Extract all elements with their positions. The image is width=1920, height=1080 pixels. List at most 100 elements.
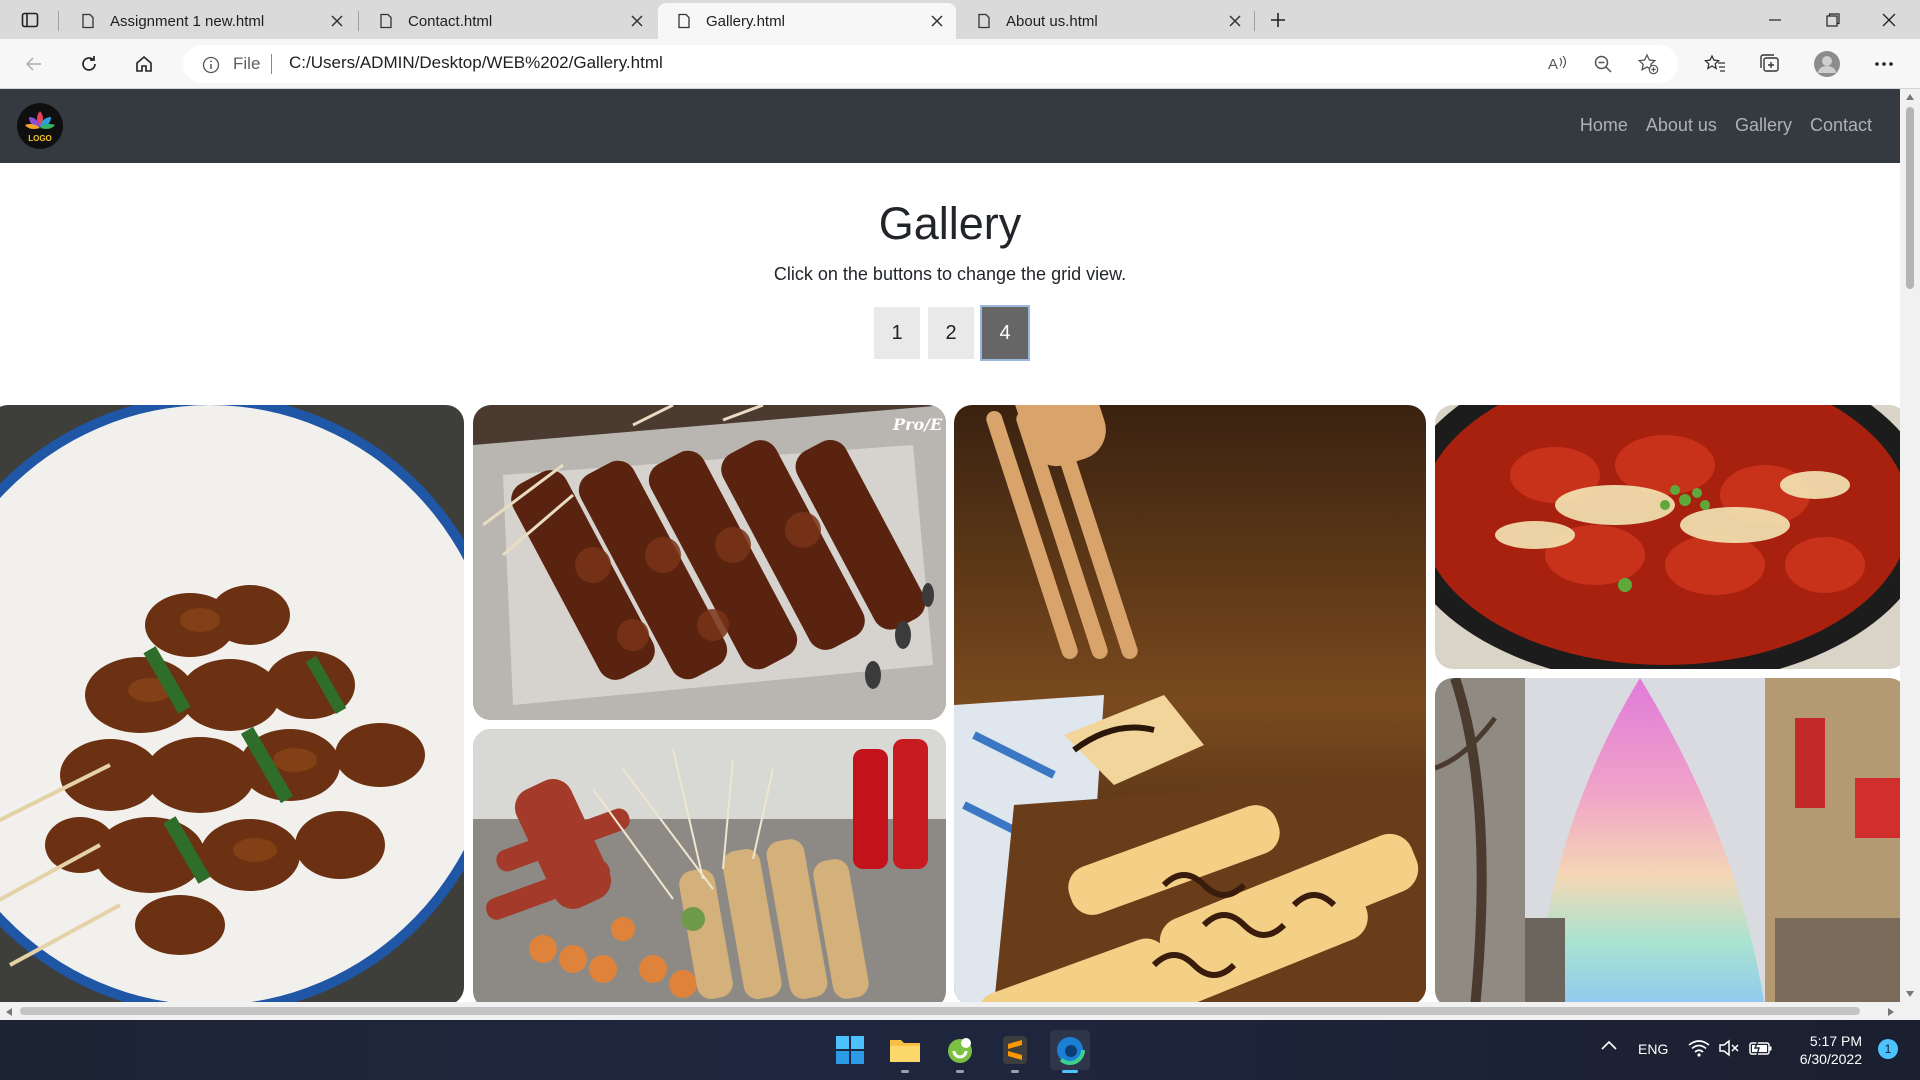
system-clock[interactable]: 5:17 PM 6/30/2022: [1800, 1032, 1862, 1068]
battery-icon[interactable]: [1749, 1039, 1773, 1062]
minimize-icon: [1769, 18, 1781, 21]
new-tab-button[interactable]: [1263, 6, 1293, 34]
tab-separator: [58, 11, 59, 31]
info-icon[interactable]: [202, 56, 220, 74]
tab-title: Gallery.html: [706, 12, 785, 30]
grid-view-buttons: 1 2 4: [874, 305, 1030, 361]
edge-browser-button[interactable]: [1050, 1030, 1090, 1073]
tab-gallery[interactable]: Gallery.html: [658, 3, 956, 39]
gallery-photo-chicken-skewers[interactable]: [0, 405, 464, 1002]
zoom-out-icon: [1594, 55, 1612, 73]
gallery-photo-crepe[interactable]: [954, 405, 1426, 1002]
page-viewport: LOGO Home About us Gallery Contact Galle…: [0, 89, 1920, 1002]
gallery-photo-rice-cakes[interactable]: [1435, 405, 1907, 669]
close-icon[interactable]: [1222, 8, 1248, 34]
gallery-photo-street-food[interactable]: [473, 729, 946, 1002]
horizontal-scroll-thumb[interactable]: [20, 1007, 1860, 1015]
running-indicator: [901, 1070, 909, 1073]
nav-link-gallery[interactable]: Gallery: [1735, 115, 1792, 136]
page-subtitle: Click on the buttons to change the grid …: [773, 264, 1127, 284]
grid-1-column-button[interactable]: 1: [874, 307, 920, 359]
scroll-left-icon: [6, 1008, 12, 1016]
restore-icon: [1826, 12, 1840, 27]
collections-button[interactable]: [1754, 48, 1786, 80]
photo-yakitori: Pro/E: [473, 405, 946, 720]
restore-button[interactable]: [1806, 0, 1860, 39]
nav-link-about-us[interactable]: About us: [1646, 115, 1717, 136]
edge-icon: [1055, 1035, 1085, 1065]
close-icon[interactable]: [324, 8, 350, 34]
running-indicator: [1011, 1070, 1019, 1073]
star-add-icon: [1637, 53, 1659, 75]
start-button[interactable]: [830, 1030, 870, 1070]
svg-text:LOGO: LOGO: [28, 134, 52, 143]
grid-2-column-button[interactable]: 2: [928, 307, 974, 359]
tab-about-us[interactable]: About us.html: [958, 3, 1254, 39]
home-button[interactable]: [128, 48, 160, 80]
file-explorer-button[interactable]: [885, 1030, 925, 1073]
vertical-scroll-thumb[interactable]: [1906, 107, 1914, 289]
clock-date: 6/30/2022: [1799, 1051, 1862, 1067]
tab-title: Contact.html: [408, 12, 493, 30]
browser-toolbar: File C:/Users/ADMIN/Desktop/WEB%202/Gall…: [0, 39, 1920, 89]
photo-chicken-skewers: [0, 405, 464, 1002]
tab-assignment[interactable]: Assignment 1 new.html: [62, 3, 356, 39]
page-icon: [976, 13, 992, 29]
tab-separator: [358, 11, 359, 31]
wifi-icon[interactable]: [1688, 1039, 1710, 1062]
back-button[interactable]: [18, 48, 50, 80]
windows-taskbar: ENG 5:17 PM 6/30/2022 1: [0, 1020, 1920, 1080]
page-icon: [676, 13, 692, 29]
clock-time: 5:17 PM: [1809, 1033, 1862, 1049]
scrollbar-corner: [1900, 1002, 1920, 1020]
zoom-out-button[interactable]: [1587, 48, 1619, 80]
gallery-photo-yakitori[interactable]: Pro/E: [473, 405, 946, 720]
nav-link-contact[interactable]: Contact: [1810, 115, 1872, 136]
app-button-green[interactable]: [940, 1030, 980, 1073]
avatar-icon: [1814, 51, 1840, 77]
show-hidden-icons-button[interactable]: [1600, 1038, 1618, 1056]
scroll-right-icon: [1888, 1008, 1894, 1016]
page-title: Gallery: [878, 198, 1022, 249]
volume-muted-icon[interactable]: [1718, 1039, 1740, 1062]
folder-icon: [890, 1040, 920, 1062]
settings-menu-button[interactable]: [1868, 48, 1900, 80]
address-bar[interactable]: File C:/Users/ADMIN/Desktop/WEB%202/Gall…: [183, 45, 1678, 83]
page-icon: [80, 13, 96, 29]
grid-4-column-button[interactable]: 4: [980, 305, 1030, 361]
add-favorite-button[interactable]: [1632, 48, 1664, 80]
read-aloud-icon: A: [1548, 55, 1567, 73]
profile-button[interactable]: [1811, 48, 1843, 80]
tab-title: Assignment 1 new.html: [110, 12, 265, 30]
address-separator: [271, 54, 272, 74]
favorites-button[interactable]: [1699, 48, 1731, 80]
vertical-scrollbar[interactable]: [1900, 89, 1920, 1002]
minimize-button[interactable]: [1748, 0, 1802, 39]
tab-actions-icon[interactable]: [10, 7, 50, 33]
tab-contact[interactable]: Contact.html: [360, 3, 656, 39]
svg-text:A: A: [1548, 56, 1558, 73]
nav-links: Home About us Gallery Contact: [1580, 115, 1872, 136]
close-icon[interactable]: [924, 8, 950, 34]
nav-link-home[interactable]: Home: [1580, 115, 1628, 136]
site-navbar: LOGO Home About us Gallery Contact: [0, 89, 1900, 163]
close-window-button[interactable]: [1862, 0, 1916, 39]
close-icon[interactable]: [624, 8, 650, 34]
photo-cotton-candy: [1435, 678, 1907, 1002]
sublime-text-button[interactable]: [995, 1030, 1035, 1073]
scroll-down-icon: [1906, 991, 1914, 997]
refresh-button[interactable]: [73, 48, 105, 80]
photo-street-food: [473, 729, 946, 1002]
home-icon: [136, 55, 152, 72]
language-indicator[interactable]: ENG: [1638, 1041, 1668, 1057]
collections-icon: [1760, 54, 1779, 72]
notification-badge[interactable]: 1: [1878, 1039, 1898, 1059]
site-logo[interactable]: LOGO: [17, 103, 63, 149]
sublime-text-icon: [1003, 1036, 1027, 1064]
page-icon: [378, 13, 394, 29]
horizontal-scrollbar[interactable]: [0, 1002, 1900, 1020]
url-text[interactable]: C:/Users/ADMIN/Desktop/WEB%202/Gallery.h…: [289, 53, 663, 73]
read-aloud-button[interactable]: A: [1542, 48, 1574, 80]
gallery-photo-cotton-candy[interactable]: [1435, 678, 1907, 1002]
windows-logo-icon: [836, 1036, 864, 1064]
